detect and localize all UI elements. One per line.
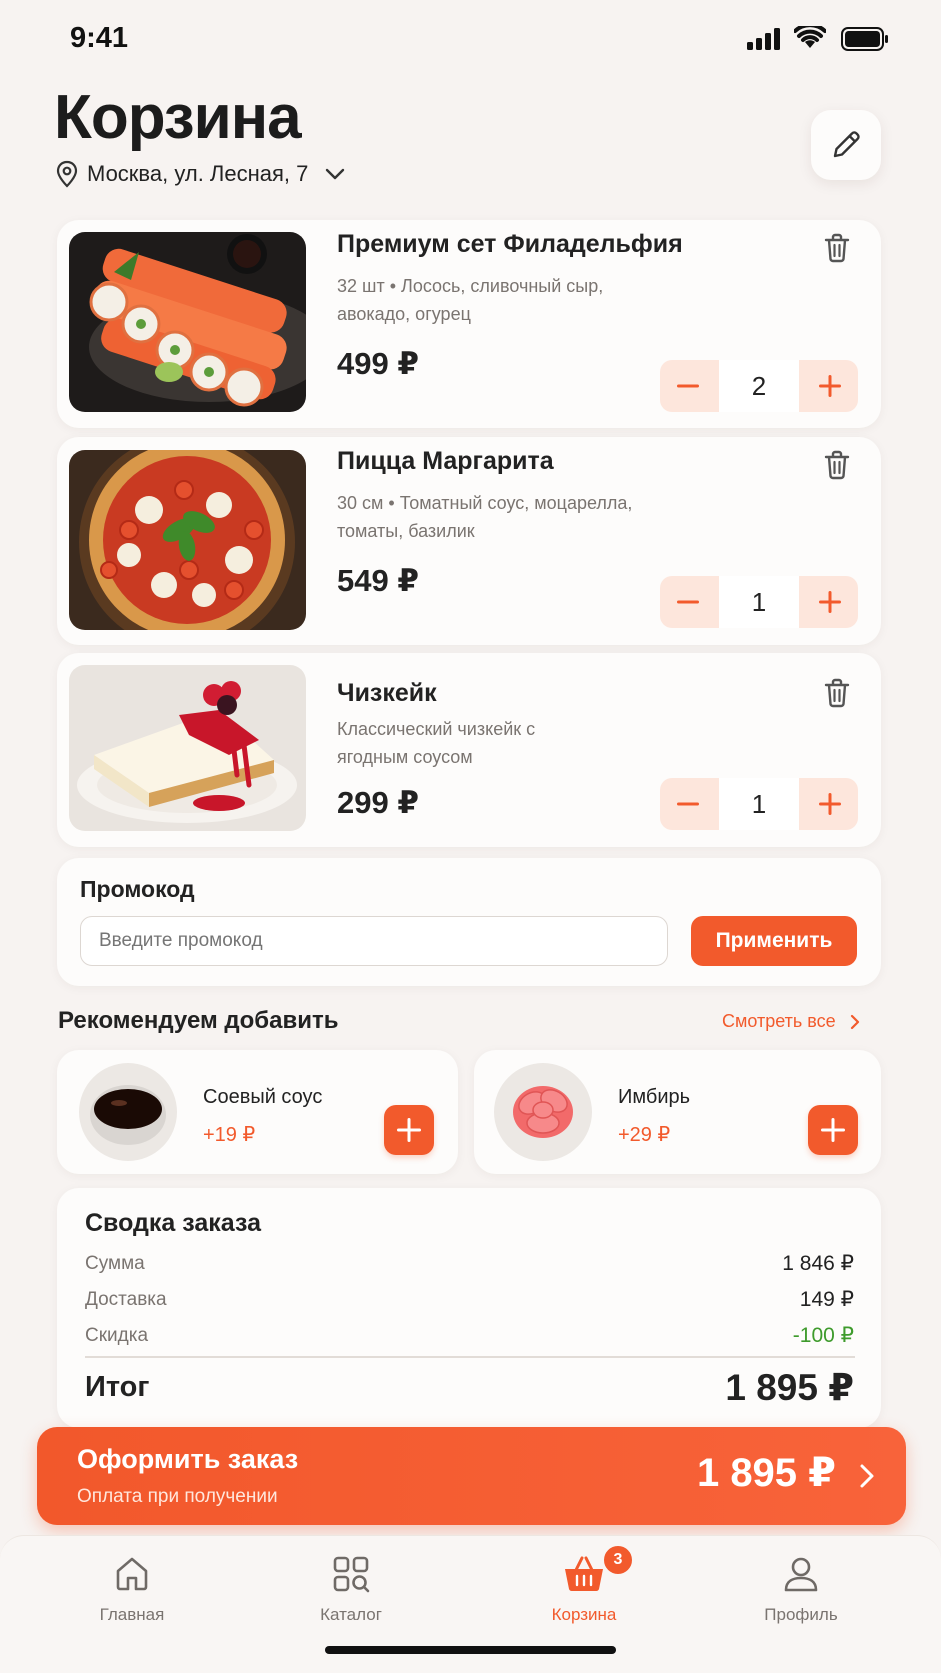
increase-button[interactable] <box>802 360 858 412</box>
decrease-button[interactable] <box>660 576 716 628</box>
ginger-image <box>494 1063 592 1161</box>
summary-label: Сумма <box>85 1253 145 1274</box>
item-title: Премиум сет Филадельфия <box>337 230 683 258</box>
recommend-item: Соевый соус +19 ₽ <box>57 1050 458 1174</box>
item-price: 299 ₽ <box>337 785 419 820</box>
item-price: 549 ₽ <box>337 563 419 598</box>
minus-icon <box>677 802 699 806</box>
nav-label: Каталог <box>320 1605 382 1624</box>
decrease-button[interactable] <box>660 360 716 412</box>
promo-input[interactable] <box>80 916 668 966</box>
plus-icon <box>821 1118 845 1142</box>
checkout-label: Оформить заказ <box>77 1444 299 1474</box>
decrease-button[interactable] <box>660 778 716 830</box>
recommend-item-price: +29 ₽ <box>618 1124 671 1146</box>
status-bar: 9:41 <box>0 0 941 80</box>
item-description: 32 шт • Лосось, сливочный сыр, авокадо, … <box>337 276 604 324</box>
increase-button[interactable] <box>802 778 858 830</box>
item-price: 499 ₽ <box>337 346 419 381</box>
quantity-stepper: 1 <box>660 778 858 830</box>
battery-icon <box>841 27 888 51</box>
plus-icon <box>397 1118 421 1142</box>
signal-icon <box>747 28 780 50</box>
quantity-value: 1 <box>719 778 799 830</box>
chevron-right-icon <box>850 1014 859 1029</box>
item-title: Чизкейк <box>337 679 437 707</box>
recommend-title: Рекомендуем добавить <box>58 1007 339 1034</box>
nav-catalog[interactable]: Каталог <box>281 1554 421 1625</box>
profile-icon <box>784 1557 818 1592</box>
plus-icon <box>819 793 841 815</box>
trash-icon[interactable] <box>822 677 852 709</box>
total-value: 1 895 ₽ <box>725 1367 854 1408</box>
catalog-icon <box>333 1556 370 1593</box>
summary-label: Доставка <box>85 1289 167 1310</box>
add-soy-sauce-button[interactable] <box>384 1105 434 1155</box>
edit-button[interactable] <box>811 110 881 180</box>
location-pin-icon <box>56 160 78 188</box>
address-text: Москва, ул. Лесная, 7 <box>87 161 309 186</box>
summary-title: Сводка заказа <box>85 1209 261 1237</box>
checkout-sublabel: Оплата при получении <box>77 1486 278 1507</box>
cart-badge: 3 <box>602 1544 634 1576</box>
cheesecake-image <box>69 665 306 831</box>
quantity-stepper: 1 <box>660 576 858 628</box>
summary-value: 1 846 ₽ <box>782 1252 854 1275</box>
home-icon <box>116 1557 148 1591</box>
sushi-set-image <box>69 232 306 412</box>
checkout-button[interactable]: Оформить заказ Оплата при получении 1 89… <box>37 1427 906 1525</box>
item-description: Классический чизкейк с ягодным соусом <box>337 719 536 767</box>
recommend-item-name: Имбирь <box>618 1086 691 1108</box>
see-all-label: Смотреть все <box>722 1011 836 1031</box>
summary-value: 149 ₽ <box>799 1288 854 1311</box>
basket-icon <box>565 1556 603 1592</box>
add-ginger-button[interactable] <box>808 1105 858 1155</box>
plus-icon <box>819 591 841 613</box>
discount-value: -100 ₽ <box>792 1324 854 1347</box>
nav-label: Профиль <box>764 1605 838 1624</box>
checkout-amount: 1 895 ₽ <box>696 1451 836 1495</box>
plus-icon <box>819 375 841 397</box>
nav-cart[interactable]: 3 Корзина <box>514 1544 654 1625</box>
apply-promo-button[interactable]: Применить <box>691 916 857 966</box>
item-description: 30 см • Томатный соус, моцарелла, томаты… <box>337 493 633 541</box>
trash-icon[interactable] <box>822 232 852 264</box>
total-label: Итог <box>85 1371 150 1403</box>
item-title: Пицца Маргарита <box>337 447 554 475</box>
quantity-value: 1 <box>719 576 799 628</box>
increase-button[interactable] <box>802 576 858 628</box>
minus-icon <box>677 600 699 604</box>
minus-icon <box>677 384 699 388</box>
pencil-icon <box>833 131 860 158</box>
promo-card: Промокод Применить <box>57 858 881 986</box>
nav-label: Корзина <box>551 1605 617 1624</box>
pizza-image <box>69 450 306 630</box>
divider <box>85 1356 855 1358</box>
recommend-item-name: Соевый соус <box>203 1086 323 1108</box>
recommend-item: Имбирь +29 ₽ <box>474 1050 881 1174</box>
nav-label: Главная <box>99 1605 165 1624</box>
status-time: 9:41 <box>70 22 129 54</box>
wifi-icon <box>794 26 826 48</box>
address-selector[interactable]: Москва, ул. Лесная, 7 <box>55 158 346 190</box>
nav-profile[interactable]: Профиль <box>731 1554 871 1625</box>
home-indicator <box>325 1646 616 1654</box>
soy-sauce-image <box>79 1063 177 1161</box>
quantity-stepper: 2 <box>660 360 858 412</box>
promo-title: Промокод <box>80 876 195 902</box>
recommend-item-price: +19 ₽ <box>203 1124 256 1146</box>
chevron-down-icon <box>326 168 345 180</box>
summary-label: Скидка <box>85 1325 149 1346</box>
cart-item: Премиум сет Филадельфия 32 шт • Лосось, … <box>57 220 881 428</box>
cart-item: Пицца Маргарита 30 см • Томатный соус, м… <box>57 437 881 645</box>
page-title: Корзина <box>54 83 302 152</box>
nav-home[interactable]: Главная <box>62 1554 202 1625</box>
see-all-link[interactable]: Смотреть все <box>722 1011 862 1032</box>
trash-icon[interactable] <box>822 449 852 481</box>
cart-item: Чизкейк Классический чизкейк с ягодным с… <box>57 653 881 847</box>
quantity-value: 2 <box>719 360 799 412</box>
chevron-right-icon <box>860 1464 874 1488</box>
